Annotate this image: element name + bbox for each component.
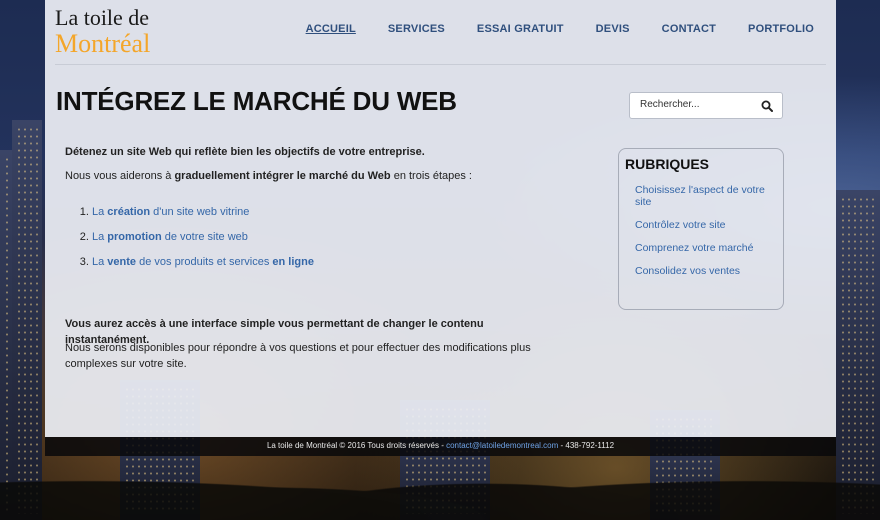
site-logo[interactable]: La toile de Montréal bbox=[55, 7, 150, 57]
footer-phone: - 438-792-1112 bbox=[558, 441, 615, 450]
footer-email-link[interactable]: contact@latoiledemontreal.com bbox=[446, 441, 558, 450]
steps-intro-bold: graduellement intégrer le marché du Web bbox=[174, 170, 391, 182]
main-nav: ACCUEIL SERVICES ESSAI GRATUIT DEVIS CON… bbox=[274, 23, 814, 35]
page-title: INTÉGREZ LE MARCHÉ DU WEB bbox=[56, 86, 457, 116]
step-pre: La bbox=[92, 206, 108, 218]
rubriques-list: Choisissez l'aspect de votre site Contrô… bbox=[635, 184, 783, 277]
footer-copyright: La toile de Montréal © 2016 Tous droits … bbox=[266, 441, 447, 450]
rubriques-box: RUBRIQUES Choisissez l'aspect de votre s… bbox=[618, 148, 784, 310]
main-content: Détenez un site Web qui reflète bien les… bbox=[65, 144, 565, 370]
steps-intro-post: en trois étapes : bbox=[390, 170, 472, 182]
step-bold: promotion bbox=[107, 231, 162, 243]
nav-contact[interactable]: CONTACT bbox=[662, 23, 716, 35]
step-item[interactable]: La création d'un site web vitrine bbox=[92, 204, 565, 220]
step-bold: création bbox=[107, 206, 151, 218]
site-header: La toile de Montréal ACCUEIL SERVICES ES… bbox=[45, 0, 836, 65]
nav-devis[interactable]: DEVIS bbox=[596, 23, 630, 35]
step-item[interactable]: La vente de vos produits et services en … bbox=[92, 254, 565, 270]
steps-list: La création d'un site web vitrine La pro… bbox=[65, 204, 565, 270]
rubrique-link[interactable]: Consolidez vos ventes bbox=[635, 265, 783, 277]
steps-intro-pre: Nous vous aiderons à bbox=[65, 170, 175, 182]
nav-services[interactable]: SERVICES bbox=[388, 23, 445, 35]
intro-paragraph: Détenez un site Web qui reflète bien les… bbox=[65, 146, 425, 158]
nav-essai-gratuit[interactable]: ESSAI GRATUIT bbox=[477, 23, 564, 35]
rubrique-link[interactable]: Choisissez l'aspect de votre site bbox=[635, 184, 783, 208]
search-icon[interactable] bbox=[761, 100, 773, 112]
support-paragraph: Nous serons disponibles pour répondre à … bbox=[65, 342, 531, 370]
rubrique-link[interactable]: Comprenez votre marché bbox=[635, 242, 783, 254]
rubriques-title: RUBRIQUES bbox=[625, 156, 710, 172]
step-item[interactable]: La promotion de votre site web bbox=[92, 229, 565, 245]
logo-line1: La toile de bbox=[55, 5, 150, 30]
step-pre: La bbox=[92, 231, 108, 243]
steps-intro: Nous vous aiderons à graduellement intég… bbox=[65, 168, 565, 184]
site-footer: La toile de Montréal © 2016 Tous droits … bbox=[45, 437, 836, 456]
content-panel: La toile de Montréal ACCUEIL SERVICES ES… bbox=[45, 0, 836, 437]
header-divider bbox=[55, 64, 826, 65]
step-post: de votre site web bbox=[161, 231, 248, 243]
nav-portfolio[interactable]: PORTFOLIO bbox=[748, 23, 814, 35]
step-bold: vente bbox=[107, 256, 137, 268]
step-pre: La bbox=[92, 256, 108, 268]
search-input[interactable] bbox=[640, 99, 755, 110]
step-tail: en ligne bbox=[272, 256, 314, 268]
step-post: d'un site web vitrine bbox=[150, 206, 250, 218]
rubrique-link[interactable]: Contrôlez votre site bbox=[635, 219, 783, 231]
step-post: de vos produits et services bbox=[136, 256, 273, 268]
nav-accueil[interactable]: ACCUEIL bbox=[306, 23, 356, 35]
search-box bbox=[629, 92, 783, 119]
logo-line2: Montréal bbox=[55, 29, 151, 58]
